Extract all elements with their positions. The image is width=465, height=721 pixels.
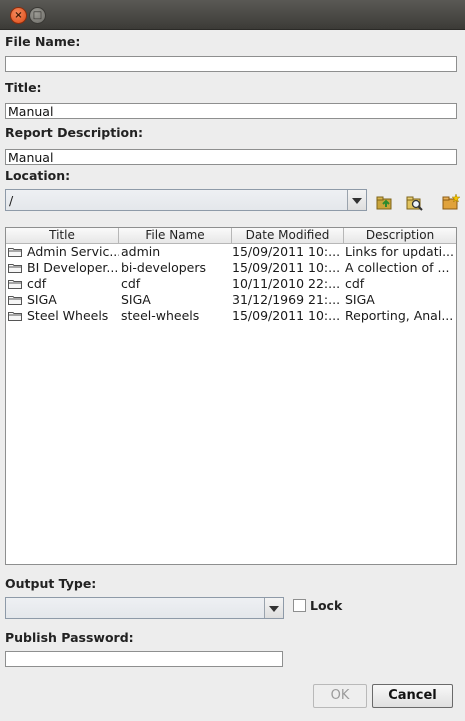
row-file-name: bi-developers xyxy=(121,260,207,275)
publish-password-field[interactable] xyxy=(5,651,283,667)
folder-up-icon[interactable] xyxy=(376,195,394,211)
file-table[interactable]: Title File Name Date Modified Descriptio… xyxy=(5,227,457,565)
chevron-down-icon[interactable] xyxy=(264,598,283,618)
table-row[interactable]: Steel Wheels steel-wheels 15/09/2011 10:… xyxy=(6,308,456,324)
table-row[interactable]: BI Developer... bi-developers 15/09/2011… xyxy=(6,260,456,276)
new-folder-icon[interactable] xyxy=(442,194,460,210)
title-bar: × □ xyxy=(0,0,465,30)
close-window-button[interactable]: × xyxy=(10,7,27,24)
publish-password-label: Publish Password: xyxy=(5,630,134,645)
maximize-window-button[interactable]: □ xyxy=(29,7,46,24)
lock-label[interactable]: Lock xyxy=(310,598,342,613)
row-description: Reporting, Anal... xyxy=(345,308,454,323)
row-file-name: steel-wheels xyxy=(121,308,200,323)
row-title: SIGA xyxy=(27,292,57,307)
folder-icon xyxy=(8,312,22,321)
location-dropdown[interactable]: / xyxy=(5,189,367,211)
row-title: Admin Servic... xyxy=(27,244,119,259)
row-description: SIGA xyxy=(345,292,375,307)
row-title: Steel Wheels xyxy=(27,308,109,323)
table-row[interactable]: Admin Servic... admin 15/09/2011 10:... … xyxy=(6,244,456,260)
location-label: Location: xyxy=(5,168,71,183)
table-header: Title File Name Date Modified Descriptio… xyxy=(6,228,456,244)
cancel-button[interactable]: Cancel xyxy=(372,684,453,708)
row-description: A collection of ... xyxy=(345,260,450,275)
row-file-name: admin xyxy=(121,244,161,259)
folder-icon xyxy=(8,296,22,305)
row-title: BI Developer... xyxy=(27,260,119,275)
row-date-modified: 15/09/2011 10:... xyxy=(232,308,341,323)
row-description: Links for updati... xyxy=(345,244,454,259)
title-field[interactable]: Manual xyxy=(5,103,457,119)
row-date-modified: 31/12/1969 21:... xyxy=(232,292,341,307)
column-description[interactable]: Description xyxy=(344,228,456,243)
row-date-modified: 15/09/2011 10:... xyxy=(232,260,341,275)
column-file-name[interactable]: File Name xyxy=(119,228,232,243)
row-date-modified: 15/09/2011 10:... xyxy=(232,244,341,259)
folder-icon xyxy=(8,248,22,257)
row-description: cdf xyxy=(345,276,365,291)
row-file-name: cdf xyxy=(121,276,141,291)
table-row[interactable]: cdf cdf 10/11/2010 22:... cdf xyxy=(6,276,456,292)
folder-icon xyxy=(8,280,22,289)
report-description-field[interactable]: Manual xyxy=(5,149,457,165)
title-label: Title: xyxy=(5,80,42,95)
column-date-modified[interactable]: Date Modified xyxy=(232,228,344,243)
output-type-label: Output Type: xyxy=(5,576,97,591)
lock-checkbox[interactable] xyxy=(293,599,306,612)
row-title: cdf xyxy=(27,276,47,291)
chevron-down-icon[interactable] xyxy=(347,190,366,210)
output-type-dropdown[interactable] xyxy=(5,597,284,619)
report-description-label: Report Description: xyxy=(5,125,143,140)
row-date-modified: 10/11/2010 22:... xyxy=(232,276,341,291)
file-name-label: File Name: xyxy=(5,34,81,49)
row-file-name: SIGA xyxy=(121,292,151,307)
file-name-field[interactable] xyxy=(5,56,457,72)
table-row[interactable]: SIGA SIGA 31/12/1969 21:... SIGA xyxy=(6,292,456,308)
column-title[interactable]: Title xyxy=(6,228,119,243)
folder-search-icon[interactable] xyxy=(406,195,424,211)
folder-icon xyxy=(8,264,22,273)
ok-button[interactable]: OK xyxy=(313,684,367,708)
location-value: / xyxy=(9,193,14,208)
